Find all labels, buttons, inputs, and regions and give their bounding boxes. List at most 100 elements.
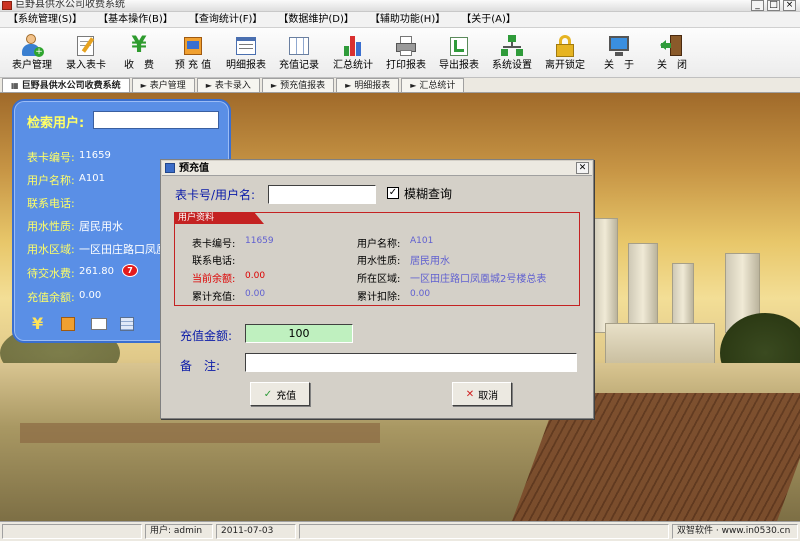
status-vendor: 双智软件 · www.in0530.cn (672, 524, 798, 539)
prepay-icon (181, 34, 205, 58)
amount-input[interactable]: 100 (245, 324, 353, 343)
charge-button[interactable]: ✓ 充值 (250, 382, 310, 406)
user-name-label: 用户名称: (27, 174, 75, 187)
card-no-label: 表卡编号: (27, 151, 75, 164)
tab-main[interactable]: ▦ 巨野县供水公司收费系统 (2, 78, 130, 92)
toolbar-settings[interactable]: 系统设置 (487, 28, 537, 78)
toolbar-about[interactable]: 关 于 (594, 28, 644, 78)
maximize-button[interactable]: □ (767, 0, 780, 11)
arrow-right-icon: ► (410, 81, 417, 90)
note-label: 备 注: (180, 359, 221, 373)
prepay-icon[interactable] (61, 315, 81, 333)
info-nature-value: 居民用水 (410, 256, 450, 267)
exit-icon (660, 34, 684, 58)
toolbar-close[interactable]: 关 闭 (647, 28, 697, 78)
info-name-label: 用户名称: (357, 239, 401, 250)
fuzzy-checkbox[interactable]: ✓ (387, 187, 399, 199)
tab-user-manage[interactable]: ► 表户管理 (131, 78, 195, 92)
info-total-charge-label: 累计充值: (192, 292, 236, 303)
toolbar-user-manage[interactable]: + 表户管理 (7, 28, 57, 78)
card-no-value: 11659 (79, 150, 111, 161)
bar-chart-icon (341, 34, 365, 58)
info-card-no-label: 表卡编号: (192, 239, 236, 250)
info-phone-label: 联系电话: (192, 256, 236, 267)
water-nature-value: 居民用水 (79, 220, 123, 233)
status-bar: 用户: admin 2011-07-03 双智软件 · www.in0530.c… (0, 521, 800, 541)
monitor-icon (607, 34, 631, 58)
menu-data[interactable]: 【数据维护(D)】 (270, 12, 362, 28)
tab-card-entry[interactable]: ► 表卡录入 (196, 78, 260, 92)
user-info-box: 用户资料 表卡编号: 11659 用户名称: A101 联系电话: 用水性质: … (174, 212, 580, 306)
lock-icon (553, 34, 577, 58)
tab-summary[interactable]: ► 汇总统计 (401, 78, 465, 92)
tab-prepay-report[interactable]: ► 预充值报表 (261, 78, 335, 92)
toolbar-lock[interactable]: 离开锁定 (540, 28, 590, 78)
search-label: 检索用户: (27, 116, 85, 131)
building-image (605, 323, 715, 368)
network-icon (500, 34, 524, 58)
toolbar-card-entry[interactable]: 录入表卡 (61, 28, 111, 78)
user-name-value: A101 (79, 173, 105, 184)
menu-basic[interactable]: 【基本操作(B)】 (90, 12, 181, 28)
pages-icon[interactable] (120, 315, 140, 333)
toolbar-prepay-records[interactable]: 充值记录 (274, 28, 324, 78)
menu-system[interactable]: 【系统管理(S)】 (0, 12, 90, 28)
dialog-close-button[interactable]: ✕ (576, 162, 589, 174)
app-icon (2, 1, 12, 10)
minimize-button[interactable]: _ (751, 0, 764, 11)
balance-value: 0.00 (79, 290, 102, 301)
dialog-title: 预充值 (179, 163, 209, 174)
status-date: 2011-07-03 (216, 524, 296, 539)
info-box-title: 用户资料 (174, 212, 264, 224)
toolbar-detail-report[interactable]: 明细报表 (221, 28, 271, 78)
card-search-input[interactable] (268, 185, 376, 204)
info-nature-label: 用水性质: (357, 256, 401, 267)
tab-detail-report[interactable]: ► 明细报表 (336, 78, 400, 92)
menu-about[interactable]: 【关于(A)】 (453, 12, 524, 28)
amount-label: 充值金额: (180, 329, 233, 343)
window-titlebar: 巨野县供水公司收费系统 _ □ × (0, 0, 800, 12)
main-toolbar: + 表户管理 录入表卡 ¥ 收 费 预 充 值 明细报表 充值记录 汇总统计 打… (0, 28, 800, 78)
toolbar-prepay[interactable]: 预 充 值 (168, 28, 218, 78)
status-pane-empty (299, 524, 669, 539)
user-add-icon: + (20, 34, 44, 58)
close-button[interactable]: × (783, 0, 796, 11)
report-icon (234, 34, 258, 58)
info-total-charge-value: 0.00 (245, 289, 266, 299)
status-user: 用户: admin (145, 524, 213, 539)
cross-icon: ✕ (465, 388, 475, 400)
info-name-value: A101 (410, 236, 434, 246)
check-icon: ✓ (263, 388, 273, 400)
area-label: 用水区域: (27, 243, 75, 256)
dialog-titlebar: 预充值 ✕ (162, 161, 592, 176)
toolbar-export[interactable]: 导出报表 (434, 28, 484, 78)
arrow-right-icon: ► (345, 81, 352, 90)
document-tabs: ▦ 巨野县供水公司收费系统 ► 表户管理 ► 表卡录入 ► 预充值报表 ► 明细报表 ► 汇… (0, 78, 800, 93)
status-pane-empty (2, 524, 142, 539)
card-edit-icon[interactable] (91, 315, 111, 333)
search-input[interactable] (93, 111, 219, 129)
toolbar-summary[interactable]: 汇总统计 (328, 28, 378, 78)
pier-image (20, 423, 380, 443)
balance-label: 充值余额: (27, 291, 75, 304)
info-card-no-value: 11659 (245, 236, 274, 246)
menu-tools[interactable]: 【辅助功能(H)】 (362, 12, 453, 28)
toolbar-print[interactable]: 打印报表 (381, 28, 431, 78)
arrow-right-icon: ► (140, 81, 147, 90)
note-input[interactable] (245, 353, 577, 372)
due-count-badge: 7 (122, 264, 138, 277)
dialog-icon (165, 163, 175, 173)
arrow-right-icon: ► (205, 81, 212, 90)
window-controls: _ □ × (751, 0, 796, 11)
phone-label: 联系电话: (27, 197, 75, 210)
info-total-deduct-label: 累计扣除: (357, 292, 401, 303)
yen-icon[interactable]: ¥ (32, 315, 52, 333)
cancel-button[interactable]: ✕ 取消 (452, 382, 512, 406)
table-icon (287, 34, 311, 58)
fuzzy-label: 模糊查询 (404, 187, 453, 201)
toolbar-charge[interactable]: ¥ 收 费 (114, 28, 164, 78)
info-area-value: 一区田庄路口凤凰城2号楼总表 (410, 274, 547, 285)
due-fee-value: 261.80 (79, 266, 114, 277)
info-total-deduct-value: 0.00 (410, 289, 431, 299)
menu-query[interactable]: 【查询统计(F)】 (181, 12, 271, 28)
